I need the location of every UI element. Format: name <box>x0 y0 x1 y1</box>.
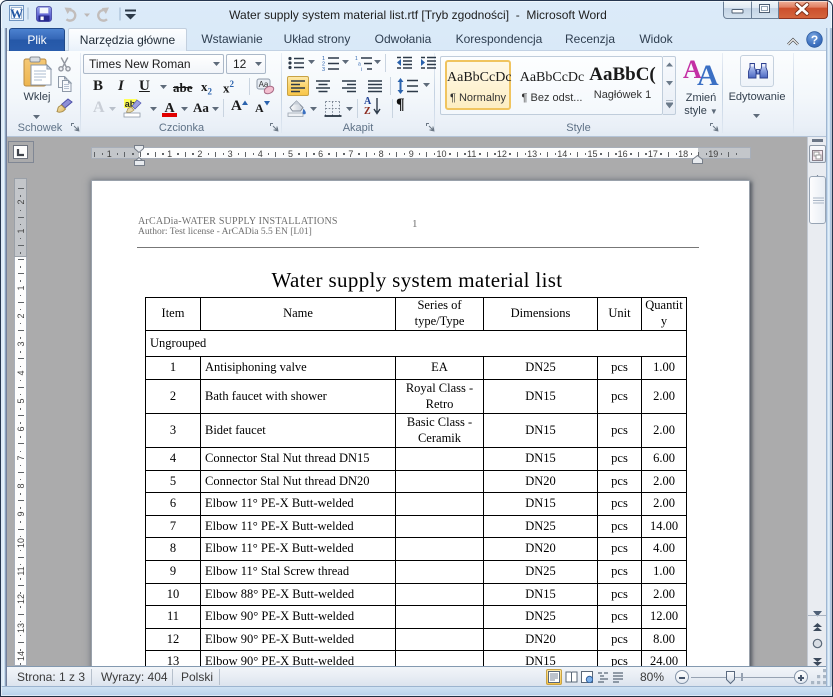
svg-text:i: i <box>361 67 362 71</box>
svg-text:3: 3 <box>322 67 325 71</box>
svg-text:W: W <box>10 6 23 21</box>
svg-text:?: ? <box>811 33 818 47</box>
